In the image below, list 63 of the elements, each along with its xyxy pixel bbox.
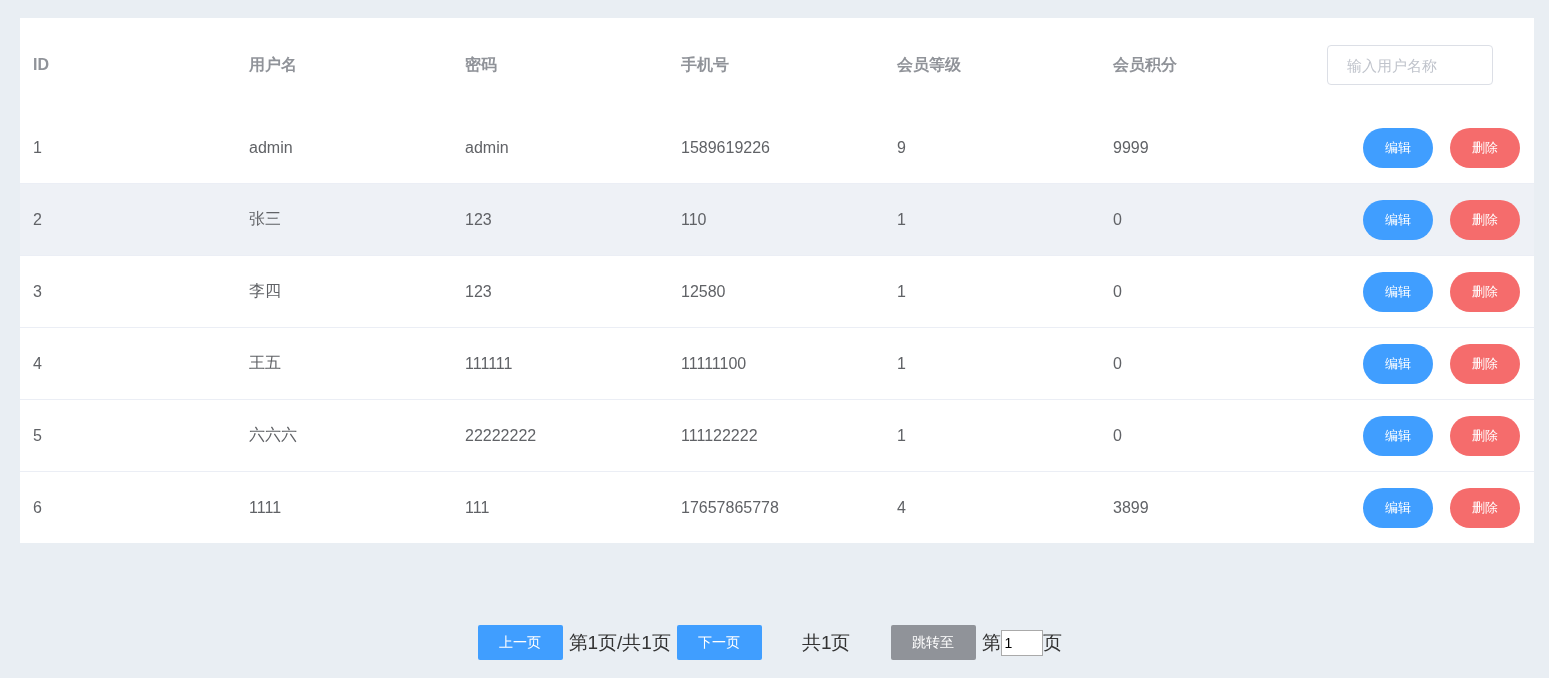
page-suffix: 页: [1042, 630, 1062, 655]
page-number-field[interactable]: 1: [1000, 629, 1043, 656]
delete-button[interactable]: 删除: [1450, 487, 1520, 528]
column-header: 会员积分: [1112, 54, 1178, 75]
table-cell-text: 111111: [464, 354, 514, 373]
table-cell-text: 4: [32, 354, 43, 373]
table-cell-text: 王五: [248, 353, 282, 373]
table-cell-text: 17657865778: [680, 498, 780, 517]
table-cell-text: 1: [896, 282, 907, 301]
column-header: 手机号: [680, 54, 730, 75]
column-header: ID: [32, 56, 50, 74]
edit-button[interactable]: 编辑: [1363, 271, 1433, 312]
search-field[interactable]: 输入用户名称: [1327, 45, 1493, 85]
table-cell-text: 2: [32, 210, 43, 229]
table-cell-text: 1: [32, 138, 43, 157]
edit-button[interactable]: 编辑: [1363, 127, 1433, 168]
edit-button[interactable]: 编辑: [1363, 343, 1433, 384]
table-cell-text: 123: [464, 282, 493, 301]
table-cell-text: admin: [464, 138, 510, 157]
table-cell-text: 六六六: [248, 425, 298, 445]
column-header: 会员等级: [896, 54, 962, 75]
table-cell-text: 110: [680, 210, 708, 229]
table-cell-text: 3899: [1112, 498, 1150, 517]
total-pages: 共1页: [801, 630, 851, 655]
table-cell-text: 1111: [248, 498, 283, 517]
table-cell-text: 1: [896, 354, 907, 373]
jump-button[interactable]: 跳转至: [890, 625, 976, 660]
table-cell-text: 1589619226: [680, 138, 771, 157]
table-cell-text: 6: [32, 498, 43, 517]
table-cell-text: 9: [896, 138, 907, 157]
table-cell-text: 9999: [1112, 138, 1150, 157]
edit-button[interactable]: 编辑: [1363, 415, 1433, 456]
delete-button[interactable]: 删除: [1450, 415, 1520, 456]
delete-button[interactable]: 删除: [1450, 199, 1520, 240]
table-cell-text: 12580: [680, 282, 727, 301]
column-header: 用户名: [248, 54, 298, 75]
table-cell-text: 0: [1112, 426, 1123, 445]
table-cell-text: 22222222: [464, 426, 538, 445]
table-cell-text: 0: [1112, 210, 1123, 229]
prev-page-button[interactable]: 上一页: [477, 625, 563, 660]
page-prefix: 第: [981, 630, 1001, 655]
table-cell-text: 111: [464, 498, 491, 517]
table-cell-text: 0: [1112, 282, 1123, 301]
page-status: 第1页/共1页: [568, 630, 671, 655]
edit-button[interactable]: 编辑: [1363, 199, 1433, 240]
table-cell-text: 李四: [248, 281, 282, 301]
delete-button[interactable]: 删除: [1450, 127, 1520, 168]
next-page-button[interactable]: 下一页: [676, 625, 762, 660]
table-cell-text: 111122222: [680, 426, 759, 445]
table-cell-text: 5: [32, 426, 43, 445]
delete-button[interactable]: 删除: [1450, 271, 1520, 312]
table-cell-text: 123: [464, 210, 493, 229]
table-cell-text: 4: [896, 498, 907, 517]
table-cell-text: 张三: [248, 209, 282, 229]
table-cell-text: 3: [32, 282, 43, 301]
delete-button[interactable]: 删除: [1450, 343, 1520, 384]
table-cell-text: 0: [1112, 354, 1123, 373]
table-cell-text: 11111100: [680, 354, 748, 373]
table-cell-text: admin: [248, 138, 294, 157]
column-header: 密码: [464, 54, 498, 75]
table-cell-text: 1: [896, 426, 907, 445]
edit-button[interactable]: 编辑: [1363, 487, 1433, 528]
table-cell-text: 1: [896, 210, 907, 229]
